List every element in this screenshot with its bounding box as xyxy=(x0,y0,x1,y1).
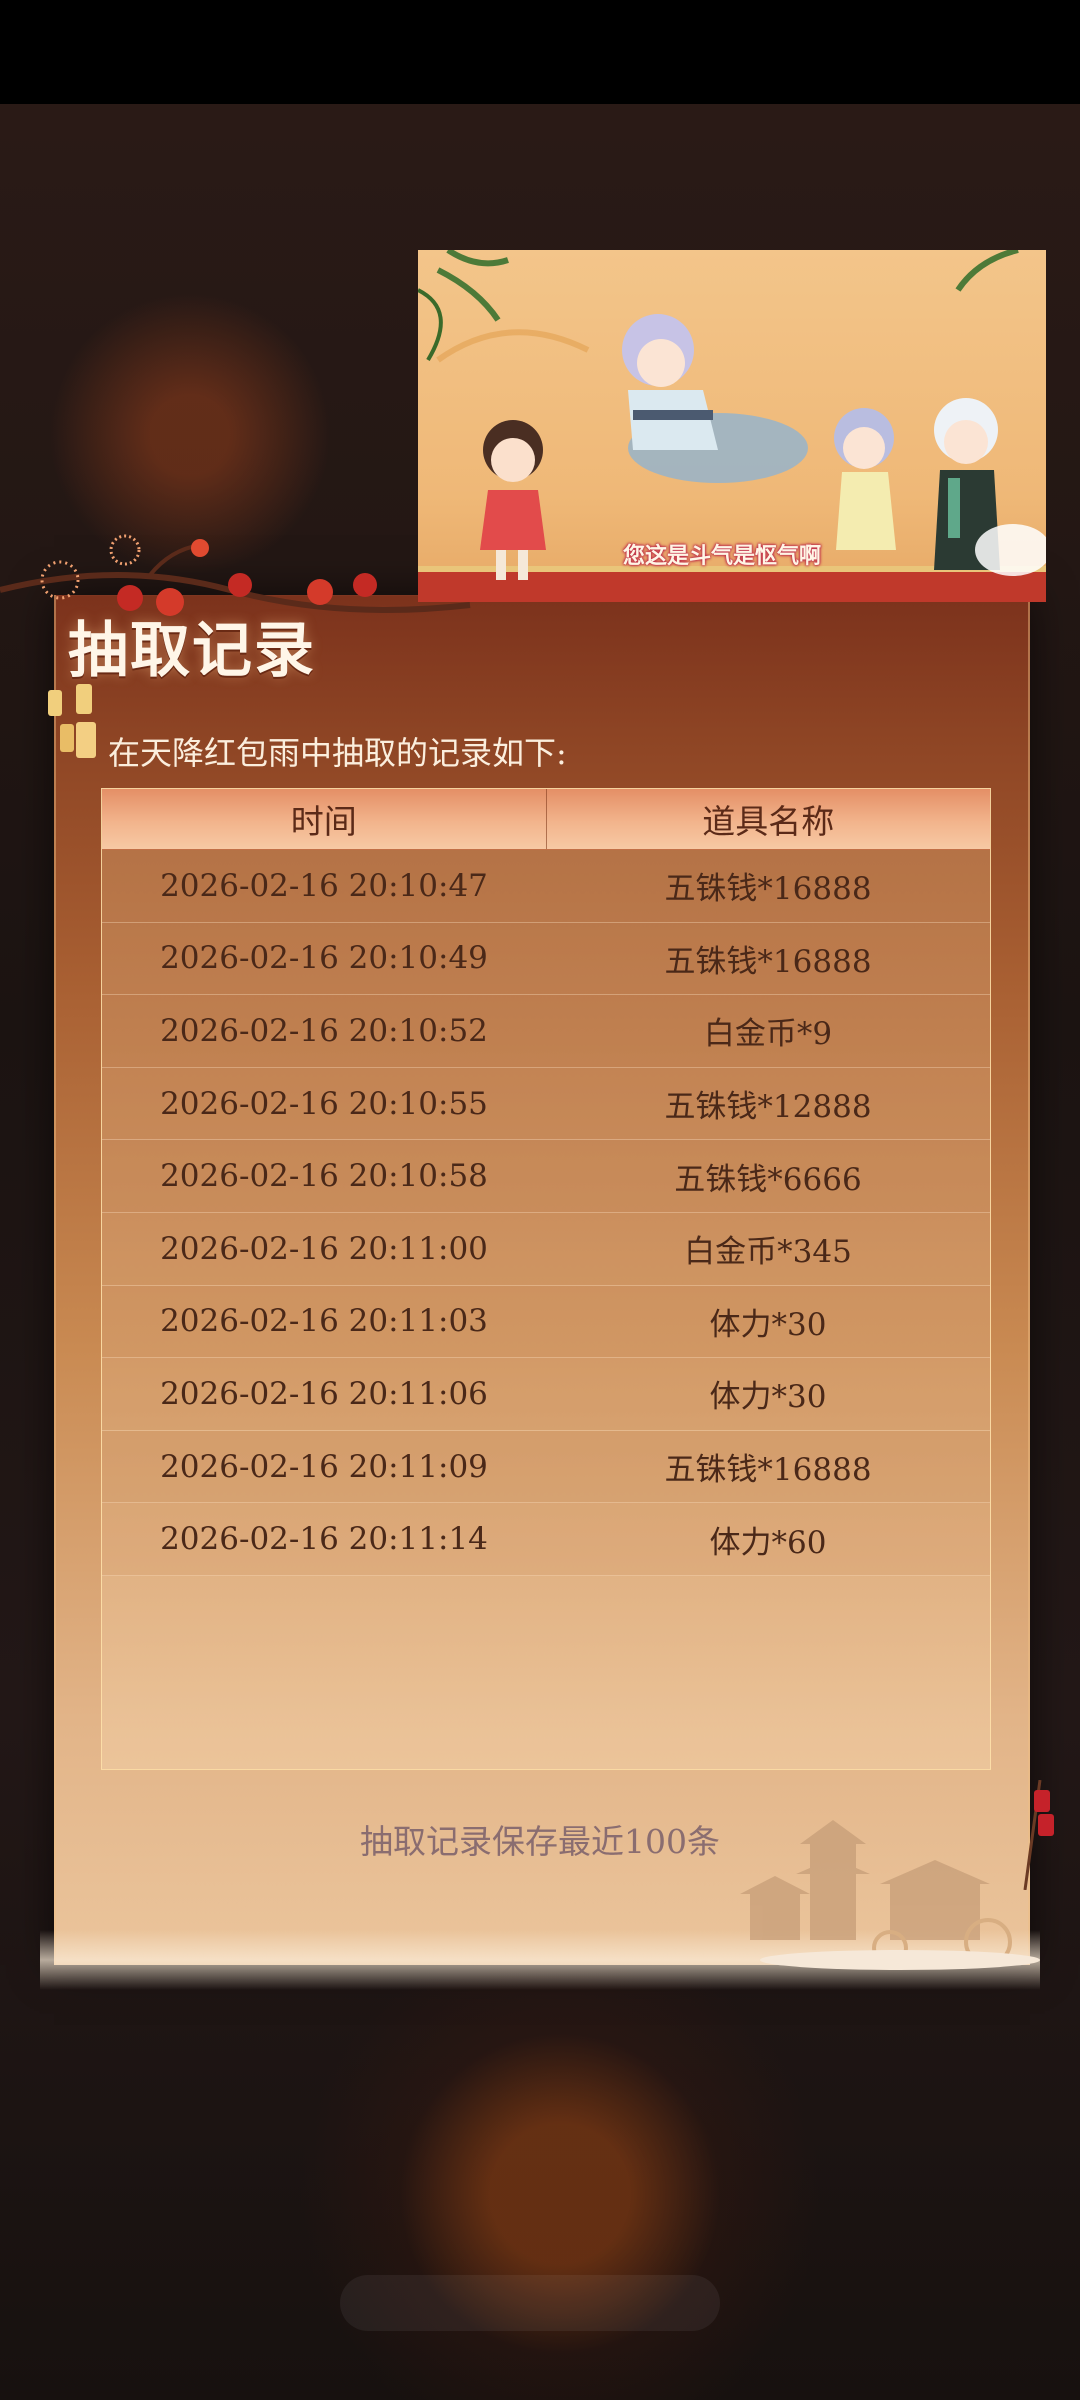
table-row: 2026-02-16 20:11:06 体力*30 xyxy=(102,1358,990,1431)
panel-title: 抽取记录 xyxy=(68,616,316,686)
cell-item: 体力*30 xyxy=(709,1379,827,1416)
cell-time: 2026-02-16 20:10:47 xyxy=(160,867,488,904)
video-overlay[interactable]: 您这是斗气是怄气啊 xyxy=(418,250,1046,602)
cell-item: 五铢钱*16888 xyxy=(664,943,872,980)
cell-item: 五铢钱*12888 xyxy=(664,1089,872,1126)
table-row: 2026-02-16 20:11:09 五铢钱*16888 xyxy=(102,1430,990,1504)
cell-time: 2026-02-16 20:11:03 xyxy=(160,1303,488,1340)
cell-item: 五铢钱*16888 xyxy=(664,871,872,908)
town-illustration xyxy=(740,1820,1040,1970)
cell-item: 体力*60 xyxy=(709,1524,827,1561)
status-bar xyxy=(0,0,1080,104)
table-row: 2026-02-16 20:11:14 体力*60 xyxy=(102,1503,990,1576)
cell-item: 白金币*345 xyxy=(684,1234,852,1271)
cell-time: 2026-02-16 20:11:06 xyxy=(160,1375,488,1412)
table-row: 2026-02-16 20:10:55 五铢钱*12888 xyxy=(102,1067,990,1141)
cell-time: 2026-02-16 20:11:14 xyxy=(160,1521,488,1558)
table-row: 2026-02-16 20:10:49 五铢钱*16888 xyxy=(102,922,990,996)
cell-item: 白金币*9 xyxy=(703,1016,833,1053)
lantern-decoration xyxy=(48,684,92,752)
cell-time: 2026-02-16 20:10:49 xyxy=(160,940,488,977)
cell-time: 2026-02-16 20:11:09 xyxy=(160,1448,488,1485)
firecracker-decoration xyxy=(1023,1780,1054,1890)
cell-item: 五铢钱*6666 xyxy=(674,1161,862,1198)
subtitle-marker xyxy=(76,722,96,758)
cell-time: 2026-02-16 20:10:52 xyxy=(160,1012,488,1049)
table-header: 时间 道具名称 xyxy=(102,789,990,850)
cell-time: 2026-02-16 20:10:58 xyxy=(160,1158,488,1195)
panel-subtitle: 在天降红包雨中抽取的记录如下: xyxy=(108,734,567,772)
table-row: 2026-02-16 20:11:00 白金币*345 xyxy=(102,1212,990,1286)
cell-item: 体力*30 xyxy=(709,1306,827,1343)
table-row: 2026-02-16 20:10:58 五铢钱*6666 xyxy=(102,1140,990,1213)
cell-item: 五铢钱*16888 xyxy=(664,1452,872,1489)
video-subtitle: 您这是斗气是怄气啊 xyxy=(622,544,821,569)
background-button-blurred xyxy=(340,2275,720,2331)
table-row: 2026-02-16 20:10:47 五铢钱*16888 xyxy=(102,850,990,923)
draw-record-table[interactable]: 时间 道具名称 2026-02-16 20:10:47 五铢钱*16888 202… xyxy=(101,788,991,1770)
cell-time: 2026-02-16 20:11:00 xyxy=(160,1230,488,1267)
header-item-name: 道具名称 xyxy=(545,789,991,849)
header-time: 时间 xyxy=(290,802,357,841)
cell-time: 2026-02-16 20:10:55 xyxy=(160,1085,488,1122)
table-row: 2026-02-16 20:10:52 白金币*9 xyxy=(102,995,990,1068)
table-body: 2026-02-16 20:10:47 五铢钱*16888 2026-02-16 … xyxy=(102,850,990,1576)
table-row: 2026-02-16 20:11:03 体力*30 xyxy=(102,1285,990,1359)
